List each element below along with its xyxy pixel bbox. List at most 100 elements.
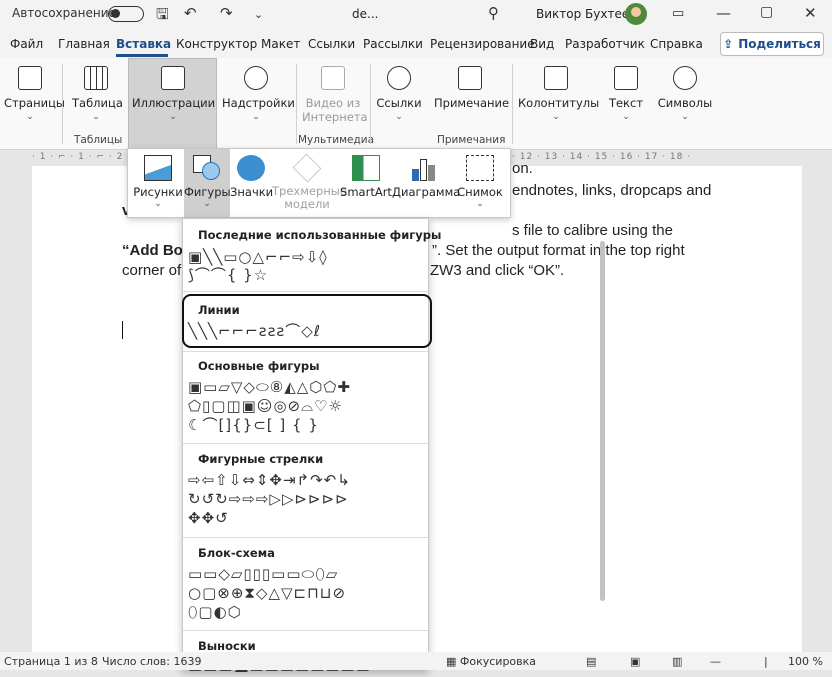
chart-button[interactable]: Диаграмма <box>392 149 460 217</box>
picture-icon <box>144 155 172 181</box>
video-icon <box>321 66 345 90</box>
recent-shapes-row[interactable]: ▣╲╲▭○△⌐⌐⇨⇩◊ <box>188 247 328 267</box>
avatar[interactable] <box>625 3 647 25</box>
tab-help[interactable]: Справка <box>650 37 703 51</box>
zoom-slider-thumb[interactable]: | <box>764 655 768 668</box>
ruler-marks-right: · 12 · 13 · 14 · 15 · 16 · 17 · 18 · <box>512 152 692 162</box>
online-video-button[interactable]: Видео из Интернета <box>302 66 368 124</box>
maximize-icon[interactable]: ▢ <box>760 4 773 20</box>
shapes-button[interactable]: Фигуры ⌄ <box>184 149 231 217</box>
section-recent: Последние использованные фигуры <box>198 228 442 242</box>
share-icon: ⇪ <box>723 37 734 51</box>
group-tables: Таблицы <box>74 134 123 146</box>
title-bar: Автосохранение 🖫 ↶ ↷ ⌄ de... ⚲ Виктор Бу… <box>0 0 832 28</box>
pages-button[interactable]: Страницы ⌄ <box>4 66 65 122</box>
omega-icon <box>673 66 697 90</box>
bird-icon <box>237 155 265 181</box>
zoom-out-icon[interactable]: — <box>710 655 721 668</box>
doc-line-5: “Add Bo <box>122 242 183 259</box>
table-icon <box>84 66 108 90</box>
ribbon-options-icon[interactable]: ▭ <box>672 6 684 21</box>
group-comments: Примечания <box>437 134 506 146</box>
screenshot-button[interactable]: Снимок ⌄ <box>454 149 506 217</box>
tab-mailings[interactable]: Рассылки <box>363 37 423 51</box>
tab-design[interactable]: Конструктор <box>176 37 257 51</box>
undo-icon[interactable]: ↶ <box>184 4 197 22</box>
arrows-row[interactable]: ⇨⇦⇧⇩⇔⇕✥⇥↱↷↶↳ <box>188 470 351 490</box>
flowchart-row[interactable]: ⬯▢◐⬡ <box>188 602 242 622</box>
illustrations-gallery: Рисунки ⌄ Фигуры ⌄ Значки Трехмерные модел… <box>127 148 511 218</box>
doc-line-6: corner of <box>122 262 182 279</box>
shapes-scrollbar[interactable] <box>597 223 607 663</box>
read-mode-icon[interactable]: ▤ <box>586 655 596 668</box>
link-icon <box>387 66 411 90</box>
doc-line-5b: ”. Set the output format in the top righ… <box>432 242 685 259</box>
cube-icon <box>292 153 322 183</box>
text-cursor <box>122 321 123 339</box>
pictures-button[interactable]: Рисунки ⌄ <box>132 149 184 217</box>
autosave-toggle[interactable] <box>108 6 144 22</box>
illustrations-button[interactable]: Иллюстрации ⌄ <box>132 66 215 122</box>
user-name[interactable]: Виктор Бухтеев <box>536 7 636 21</box>
search-icon[interactable]: ⚲ <box>488 4 499 22</box>
word-count[interactable]: Число слов: 1639 <box>102 655 201 668</box>
tab-home[interactable]: Главная <box>58 37 110 51</box>
close-icon[interactable]: ✕ <box>804 4 817 22</box>
pages-icon <box>18 66 42 90</box>
section-arrows: Фигурные стрелки <box>198 452 324 466</box>
comment-button[interactable]: Примечание <box>434 66 509 110</box>
tab-references[interactable]: Ссылки <box>308 37 355 51</box>
focus-icon: ▦ <box>446 655 460 668</box>
3d-models-button[interactable]: Трехмерные модели <box>272 149 347 217</box>
tab-developer[interactable]: Разработчик <box>565 37 645 51</box>
share-button[interactable]: ⇪ Поделиться <box>720 32 824 56</box>
flowchart-row[interactable]: ○▢⊗⊕⧗◇△▽⊏⊓⊔⊘ <box>188 583 346 603</box>
basic-shapes-row[interactable]: ☾⌒[]{}⊂[ ] { } <box>188 415 319 435</box>
section-callouts: Выноски <box>198 639 256 653</box>
status-bar: Страница 1 из 8 Число слов: 1639 ▦ Фокус… <box>0 652 832 670</box>
redo-icon[interactable]: ↷ <box>220 4 233 22</box>
customize-icon[interactable]: ⌄ <box>254 8 263 21</box>
text-button[interactable]: Текст ⌄ <box>604 66 648 122</box>
section-basic: Основные фигуры <box>198 359 320 373</box>
illustrations-icon <box>161 66 185 90</box>
web-layout-icon[interactable]: ▥ <box>672 655 682 668</box>
addins-button[interactable]: Надстройки ⌄ <box>222 66 295 122</box>
vertical-ruler[interactable] <box>0 166 14 652</box>
symbols-button[interactable]: Символы ⌄ <box>656 66 714 122</box>
recent-shapes-row[interactable]: ⟆⌒⌒{ }☆ <box>188 265 268 285</box>
document-name[interactable]: de... <box>352 7 378 21</box>
doc-line-4: s file to calibre using the <box>512 222 673 239</box>
icons-button[interactable]: Значки <box>230 149 273 217</box>
smartart-icon <box>352 155 380 181</box>
section-flowchart: Блок-схема <box>198 546 275 560</box>
tab-insert[interactable]: Вставка <box>116 37 171 51</box>
arrows-row[interactable]: ✥✥↺ <box>188 508 229 528</box>
text-icon <box>614 66 638 90</box>
addins-icon <box>244 66 268 90</box>
focus-mode[interactable]: ▦ Фокусировка <box>446 655 536 668</box>
tab-layout[interactable]: Макет <box>261 37 300 51</box>
autosave-label: Автосохранение <box>12 6 116 20</box>
save-icon[interactable]: 🖫 <box>156 4 169 29</box>
flowchart-row[interactable]: ▭▭◇▱▯▯▯▭▭⬭⬯▱ <box>188 564 338 584</box>
print-layout-icon[interactable]: ▣ <box>630 655 640 668</box>
tab-review[interactable]: Рецензирование <box>430 37 535 51</box>
arrows-row[interactable]: ↻↺↻⇨⇨⇨▷▷⊳⊳⊳⊳ <box>188 489 349 509</box>
basic-shapes-row[interactable]: ▣▭▱▽◇⬭⑧◭△⬡⬠✚ <box>188 377 351 397</box>
minimize-icon[interactable]: — <box>716 4 731 22</box>
links-button[interactable]: Ссылки ⌄ <box>374 66 424 122</box>
table-button[interactable]: Таблица ⌄ <box>72 66 123 122</box>
smartart-button[interactable]: SmartArt <box>340 149 392 217</box>
tab-view[interactable]: Вид <box>530 37 554 51</box>
basic-shapes-row[interactable]: ⬠▯▢◫▣☺◎⊘⌓♡☼ <box>188 396 343 416</box>
header-footer-button[interactable]: Колонтитулы ⌄ <box>518 66 599 122</box>
tab-file[interactable]: Файл <box>10 37 43 51</box>
page-counter[interactable]: Страница 1 из 8 <box>4 655 98 668</box>
lines-highlight-frame <box>182 294 432 348</box>
header-footer-icon <box>544 66 568 90</box>
doc-line-6b: ZW3 and click “OK”. <box>430 262 565 279</box>
active-tab-indicator <box>116 54 168 57</box>
zoom-level[interactable]: 100 % <box>788 655 823 668</box>
shapes-icon <box>193 155 221 181</box>
